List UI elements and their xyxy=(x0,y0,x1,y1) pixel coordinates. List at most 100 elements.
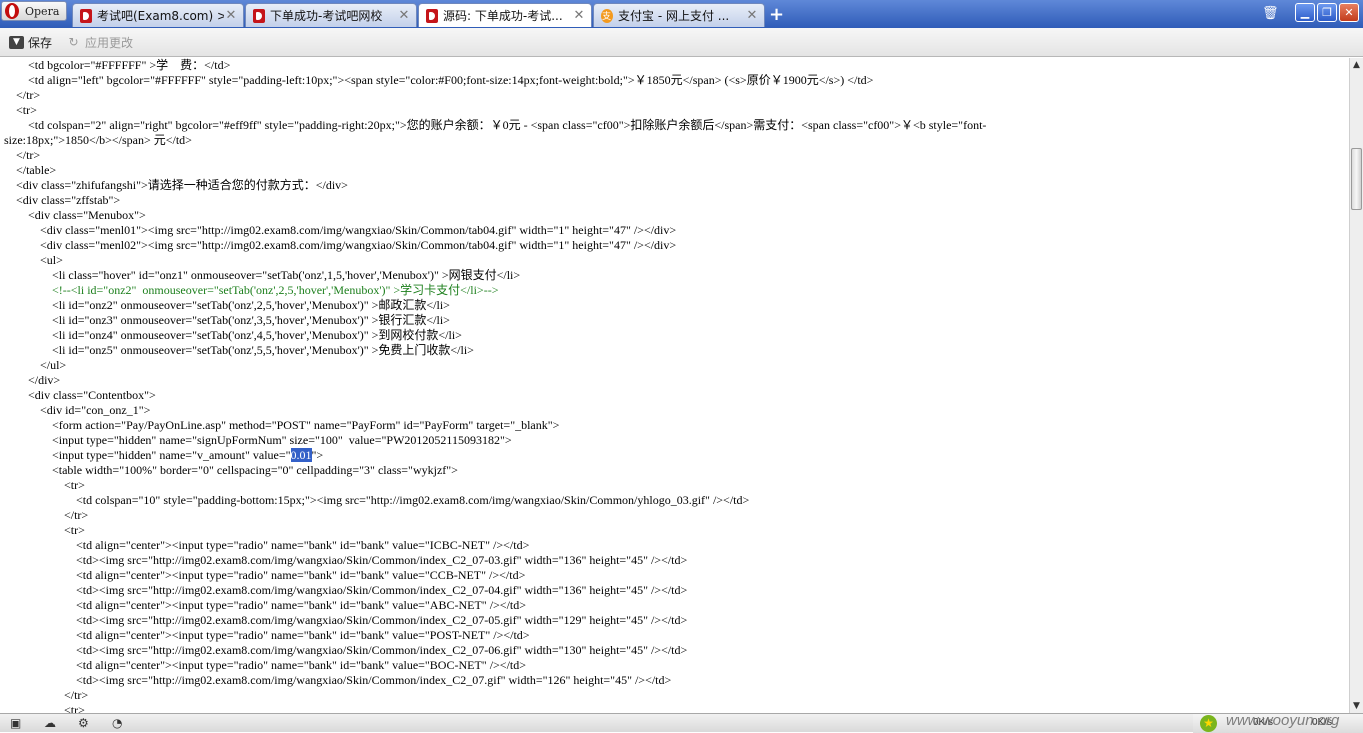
source-line-text: </tr> xyxy=(4,508,89,522)
cloud-icon[interactable]: ☁ xyxy=(44,717,57,729)
source-line-text: <table width="100%" border="0" cellspaci… xyxy=(4,463,458,477)
network-icon[interactable]: ⚙ xyxy=(78,717,91,729)
source-line: <div class="menl02"><img src="http://img… xyxy=(0,238,1349,253)
source-line-text: <input type="hidden" name="v_amount" val… xyxy=(4,448,291,462)
source-line-text: <td align="center"><input type="radio" n… xyxy=(4,628,530,642)
tab-alipay[interactable]: 支付宝 - 网上支付 ... ✕ xyxy=(593,3,765,27)
source-line-text: <td align="center"><input type="radio" n… xyxy=(4,538,530,552)
source-line: <tr> xyxy=(0,523,1349,538)
source-line: <div class="zhifufangshi">请选择一种适合您的付款方式：… xyxy=(0,178,1349,193)
source-line: </tr> xyxy=(0,508,1349,523)
apply-changes-button[interactable]: ↻ 应用更改 xyxy=(66,34,133,51)
close-icon[interactable]: ✕ xyxy=(224,8,238,23)
source-line-text: <td align="left" bgcolor="#FFFFFF" style… xyxy=(4,73,874,87)
source-line: <input type="hidden" name="signUpFormNum… xyxy=(0,433,1349,448)
close-icon[interactable]: ✕ xyxy=(397,8,411,23)
source-line: <div class="zffstab"> xyxy=(0,193,1349,208)
source-line: <td><img src="http://img02.exam8.com/img… xyxy=(0,643,1349,658)
source-line: <td><img src="http://img02.exam8.com/img… xyxy=(0,673,1349,688)
source-line-text: <li class="hover" id="onz1" onmouseover=… xyxy=(4,268,521,282)
source-line-text: <td align="center"><input type="radio" n… xyxy=(4,598,527,612)
source-line-text: <div id="con_onz_1"> xyxy=(4,403,151,417)
opera-logo-icon xyxy=(5,3,19,19)
tab-title: 考试吧(Exam8.com) >... xyxy=(97,9,224,23)
source-line-text: <td><img src="http://img02.exam8.com/img… xyxy=(4,583,688,597)
source-line: <td align="center"><input type="radio" n… xyxy=(0,568,1349,583)
close-window-button[interactable]: ✕ xyxy=(1339,3,1359,22)
source-line: <td bgcolor="#FFFFFF" >学 费：</td> xyxy=(0,58,1349,73)
tab-exam8-home[interactable]: 考试吧(Exam8.com) >... ✕ xyxy=(72,3,244,27)
panels-icon[interactable]: ▣ xyxy=(10,717,23,729)
apply-changes-label: 应用更改 xyxy=(85,35,134,50)
exam8-favicon-icon xyxy=(80,8,92,23)
speed-dial-icon[interactable]: ◔ xyxy=(112,717,125,729)
close-icon[interactable]: ✕ xyxy=(745,8,759,23)
source-line: <td><img src="http://img02.exam8.com/img… xyxy=(0,613,1349,628)
save-button[interactable]: ▼ 保存 xyxy=(9,34,52,51)
source-line-text: <td><img src="http://img02.exam8.com/img… xyxy=(4,613,688,627)
exam8-favicon-icon xyxy=(253,8,265,23)
source-line-text: <li id="onz2" onmouseover="setTab('onz',… xyxy=(4,298,450,312)
tab-title: 下单成功-考试吧网校 xyxy=(270,9,383,23)
selected-text[interactable]: 0.01 xyxy=(290,448,312,462)
source-line: size:18px;">1850</b></span> 元</td> xyxy=(0,133,1349,148)
status-bar: ▣ ☁ ⚙ ◔ ★ 0K/s 0K/s www.wooyun.org xyxy=(0,712,1363,733)
restore-button[interactable]: ❐ xyxy=(1317,3,1337,22)
source-line: <div class="Menubox"> xyxy=(0,208,1349,223)
source-line: </tr> xyxy=(0,688,1349,703)
tab-order-success[interactable]: 下单成功-考试吧网校 ✕ xyxy=(245,3,417,27)
source-line-text: <div class="zffstab"> xyxy=(4,193,121,207)
source-line: <td colspan="2" align="right" bgcolor="#… xyxy=(0,118,1349,133)
source-line-text: size:18px;">1850</b></span> 元</td> xyxy=(4,133,192,147)
source-line: <li id="onz3" onmouseover="setTab('onz',… xyxy=(0,313,1349,328)
source-line: </tr> xyxy=(0,88,1349,103)
source-line-text: <tr> xyxy=(4,523,85,537)
source-line-text: </tr> xyxy=(4,688,89,702)
source-line: <div class="Contentbox"> xyxy=(0,388,1349,403)
scroll-up-icon[interactable]: ▲ xyxy=(1350,58,1363,72)
source-line-text: </tr> xyxy=(4,148,41,162)
source-line-text: <tr> xyxy=(4,103,37,117)
source-line: </ul> xyxy=(0,358,1349,373)
source-line: <tr> xyxy=(0,703,1349,713)
opera-menu-label: Opera xyxy=(25,4,60,18)
source-line-text: <!--<li id="onz2" onmouseover="setTab('o… xyxy=(4,283,499,297)
alipay-favicon-icon xyxy=(601,8,613,23)
new-tab-button[interactable]: + xyxy=(769,4,784,25)
source-line: <li id="onz5" onmouseover="setTab('onz',… xyxy=(0,343,1349,358)
scroll-thumb[interactable] xyxy=(1351,148,1362,210)
source-line-text: <td align="center"><input type="radio" n… xyxy=(4,658,527,672)
source-line: <tr> xyxy=(0,103,1349,118)
source-line: <td colspan="10" style="padding-bottom:1… xyxy=(0,493,1349,508)
source-line: <!--<li id="onz2" onmouseover="setTab('o… xyxy=(0,283,1349,298)
source-line-text: </table> xyxy=(4,163,57,177)
source-line-text: <div class="Menubox"> xyxy=(4,208,146,222)
source-line: <li id="onz2" onmouseover="setTab('onz',… xyxy=(0,298,1349,313)
close-icon[interactable]: ✕ xyxy=(572,8,586,23)
source-line: <td align="center"><input type="radio" n… xyxy=(0,658,1349,673)
source-line-text: <td><img src="http://img02.exam8.com/img… xyxy=(4,673,672,687)
vertical-scrollbar[interactable]: ▲ ▼ xyxy=(1349,58,1363,713)
source-line-text: <tr> xyxy=(4,703,85,713)
source-line: <td align="center"><input type="radio" n… xyxy=(0,628,1349,643)
source-line: <td><img src="http://img02.exam8.com/img… xyxy=(0,583,1349,598)
source-code-view[interactable]: <td bgcolor="#FFFFFF" >学 费：</td> <td ali… xyxy=(0,58,1349,713)
tab-title: 源码: 下单成功-考试... xyxy=(443,9,563,23)
source-line-text: <div class="zhifufangshi">请选择一种适合您的付款方式：… xyxy=(4,178,348,192)
source-line: </table> xyxy=(0,163,1349,178)
scroll-down-icon[interactable]: ▼ xyxy=(1350,699,1363,713)
source-line-text: </div> xyxy=(4,373,61,387)
source-line-text: <td><img src="http://img02.exam8.com/img… xyxy=(4,553,688,567)
minimize-button[interactable]: ▁ xyxy=(1295,3,1315,22)
source-line-text: <form action="Pay/PayOnLine.asp" method=… xyxy=(4,418,560,432)
trash-icon[interactable]: 🗑 xyxy=(1262,6,1279,21)
source-line: <ul> xyxy=(0,253,1349,268)
source-line-text: <li id="onz4" onmouseover="setTab('onz',… xyxy=(4,328,462,342)
opera-unite-icon[interactable]: ★ xyxy=(1200,715,1217,732)
opera-menu-button[interactable]: Opera xyxy=(1,1,67,21)
tab-title: 支付宝 - 网上支付 ... xyxy=(618,9,730,23)
tab-view-source[interactable]: 源码: 下单成功-考试... ✕ xyxy=(418,3,592,27)
source-line-text: <td><img src="http://img02.exam8.com/img… xyxy=(4,643,688,657)
source-line-text: <input type="hidden" name="signUpFormNum… xyxy=(4,433,512,447)
source-line: <li class="hover" id="onz1" onmouseover=… xyxy=(0,268,1349,283)
